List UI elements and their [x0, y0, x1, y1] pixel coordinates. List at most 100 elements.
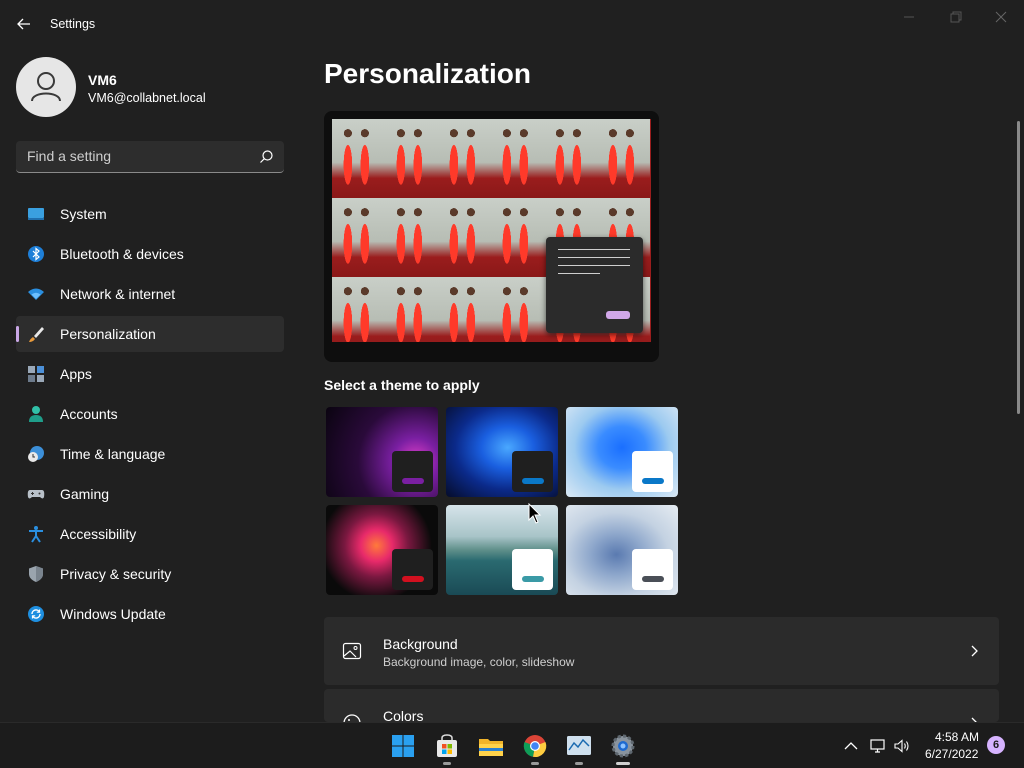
- file-explorer-icon[interactable]: [476, 731, 506, 761]
- wallpaper-tile: [491, 277, 544, 342]
- preview-text-line: [558, 249, 630, 250]
- network-icon[interactable]: [869, 737, 887, 755]
- preview-accent-button: [606, 311, 630, 319]
- image-icon: [342, 642, 362, 660]
- sidebar-item-network[interactable]: Network & internet: [16, 276, 284, 312]
- monitor-icon: [28, 208, 44, 220]
- task-manager-icon[interactable]: [564, 731, 594, 765]
- themes-section-label: Select a theme to apply: [324, 377, 480, 393]
- theme-flow[interactable]: [566, 505, 678, 595]
- taskbar: 4:58 AM 6/27/2022 6: [0, 722, 1024, 768]
- theme-preview-chip: [512, 549, 553, 590]
- accessibility-icon: [29, 526, 43, 543]
- card-title: Background: [383, 636, 458, 652]
- sidebar-item-label: Windows Update: [60, 606, 166, 622]
- sidebar-item-time-language[interactable]: Time & language: [16, 436, 284, 472]
- theme-preview-chip: [632, 549, 673, 590]
- search-icon[interactable]: [258, 149, 274, 165]
- chevron-up-icon[interactable]: [842, 737, 860, 755]
- theme-accent-bar: [402, 576, 424, 582]
- running-indicator: [531, 762, 539, 765]
- chrome-icon[interactable]: [520, 731, 550, 765]
- sidebar-item-label: Accessibility: [60, 526, 137, 542]
- sidebar-item-label: System: [60, 206, 107, 222]
- store-icon[interactable]: [432, 731, 462, 765]
- clock-date[interactable]: 6/27/2022: [925, 747, 978, 761]
- theme-accent-bar: [402, 478, 424, 484]
- palette-icon: [343, 714, 361, 722]
- shield-icon: [29, 566, 43, 582]
- sidebar-item-label: Network & internet: [60, 286, 176, 302]
- app-title: Settings: [50, 17, 96, 31]
- notification-badge[interactable]: 6: [987, 736, 1005, 754]
- colors-setting-card[interactable]: Colors: [324, 689, 999, 722]
- card-subtitle: Background image, color, slideshow: [383, 655, 575, 669]
- sidebar-item-label: Bluetooth & devices: [60, 246, 184, 262]
- preview-text-line: [558, 265, 630, 266]
- clock-time[interactable]: 4:58 AM: [935, 730, 979, 744]
- vertical-scrollbar[interactable]: [1017, 121, 1020, 414]
- wallpaper-tile: [332, 119, 385, 198]
- theme-preview-chip: [512, 451, 553, 492]
- settings-app-icon[interactable]: [608, 731, 638, 765]
- search-box[interactable]: [16, 141, 284, 173]
- theme-preview-chip: [632, 451, 673, 492]
- apps-icon: [28, 366, 44, 382]
- sidebar-item-label: Apps: [60, 366, 92, 382]
- theme-preview: [324, 111, 659, 362]
- background-setting-card[interactable]: Background Background image, color, slid…: [324, 617, 999, 685]
- theme-glow-purple[interactable]: [326, 407, 438, 497]
- theme-bloom-dark[interactable]: [446, 407, 558, 497]
- theme-captured-motion[interactable]: [326, 505, 438, 595]
- sidebar-item-label: Accounts: [60, 406, 118, 422]
- theme-accent-bar: [522, 478, 544, 484]
- avatar[interactable]: [16, 57, 76, 117]
- sidebar-item-label: Personalization: [60, 326, 156, 342]
- person-icon: [31, 72, 61, 102]
- sidebar-item-privacy[interactable]: Privacy & security: [16, 556, 284, 592]
- title-bar: Settings: [0, 0, 1024, 48]
- windows-start-icon[interactable]: [388, 731, 418, 761]
- sidebar-item-accessibility[interactable]: Accessibility: [16, 516, 284, 552]
- selection-indicator: [16, 326, 19, 342]
- back-arrow-icon[interactable]: [14, 14, 34, 34]
- sidebar-item-accounts[interactable]: Accounts: [16, 396, 284, 432]
- sidebar-item-apps[interactable]: Apps: [16, 356, 284, 392]
- theme-accent-bar: [642, 478, 664, 484]
- running-indicator: [443, 762, 451, 765]
- sidebar-item-label: Time & language: [60, 446, 166, 462]
- sidebar-item-label: Gaming: [60, 486, 110, 502]
- sidebar-item-gaming[interactable]: Gaming: [16, 476, 284, 512]
- running-indicator: [575, 762, 583, 765]
- search-input[interactable]: [16, 141, 252, 171]
- close-button[interactable]: [986, 6, 1016, 28]
- sync-icon: [28, 606, 44, 622]
- wallpaper-tile: [385, 198, 438, 277]
- sidebar-item-bluetooth[interactable]: Bluetooth & devices: [16, 236, 284, 272]
- theme-bloom-light[interactable]: [566, 407, 678, 497]
- page-title: Personalization: [324, 58, 531, 89]
- chevron-right-icon: [971, 645, 978, 657]
- theme-accent-bar: [642, 576, 664, 582]
- person-icon: [29, 406, 43, 422]
- chevron-right-icon: [971, 717, 977, 722]
- wallpaper-tile: [332, 277, 385, 342]
- clock-globe-icon: [28, 446, 44, 462]
- speaker-icon[interactable]: [893, 737, 911, 755]
- sidebar-item-windows-update[interactable]: Windows Update: [16, 596, 284, 632]
- theme-preview-chip: [392, 549, 433, 590]
- theme-preview-chip: [392, 451, 433, 492]
- sidebar-nav: System Bluetooth & devices Network & int…: [16, 196, 284, 636]
- wifi-icon: [28, 288, 44, 300]
- sidebar-item-personalization[interactable]: Personalization: [16, 316, 284, 352]
- wallpaper-tile: [438, 198, 491, 277]
- sidebar-item-system[interactable]: System: [16, 196, 284, 232]
- wallpaper-tile: [438, 119, 491, 198]
- preview-text-line: [558, 273, 600, 274]
- restore-button[interactable]: [940, 6, 970, 28]
- card-title: Colors: [383, 708, 424, 722]
- minimize-button[interactable]: [894, 6, 924, 28]
- wallpaper-tile: [491, 119, 544, 198]
- wallpaper-tile: [385, 277, 438, 342]
- mouse-cursor-icon: [528, 503, 542, 524]
